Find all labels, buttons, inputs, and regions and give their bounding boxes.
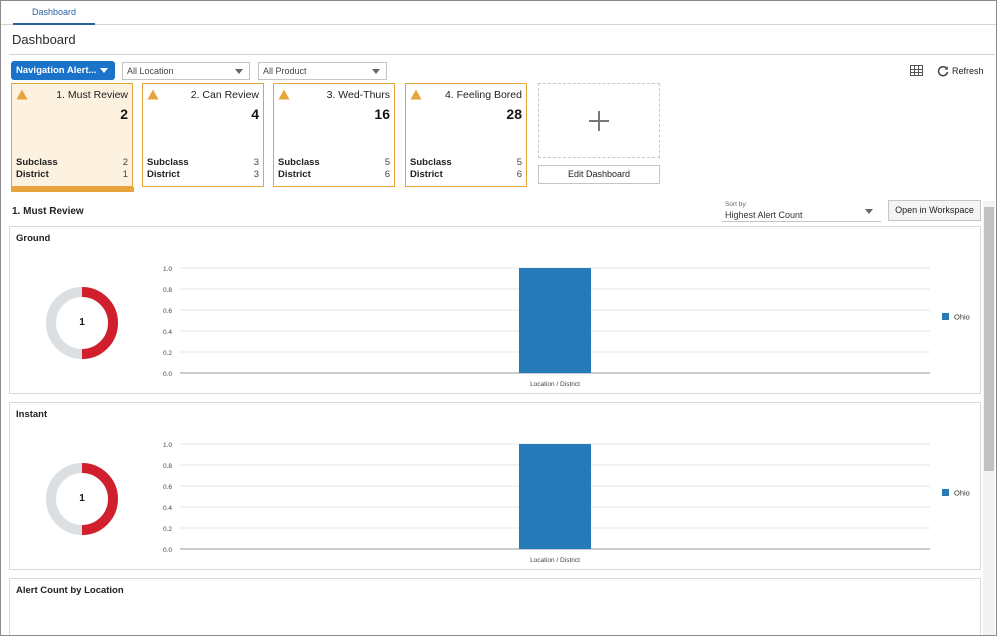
chevron-down-icon: [865, 209, 873, 214]
tile-row-label: Subclass: [410, 157, 452, 168]
bar[interactable]: [519, 268, 591, 373]
tile-name: 4. Feeling Bored: [444, 89, 522, 101]
tile-count: 4: [251, 106, 259, 122]
tile-row: Subclass 5: [410, 157, 522, 168]
tile-row-value: 5: [516, 157, 522, 168]
tile-count: 2: [120, 106, 128, 122]
x-category-label: Location / District: [530, 381, 580, 388]
warning-icon: [16, 89, 28, 100]
refresh-icon: [937, 65, 949, 77]
open-in-workspace-button[interactable]: Open in Workspace: [888, 200, 981, 221]
tile-row-label: District: [147, 169, 180, 180]
tile-row-label: Subclass: [16, 157, 58, 168]
navigation-alert-label: Navigation Alert...: [16, 65, 97, 76]
tile-name: 3. Wed-Thurs: [326, 89, 390, 101]
chart-panel-instant: Instant 1 0.0 0.2 0.4 0.6 0.8 1.0 Location / D…: [9, 402, 981, 570]
bar-chart: 0.0 0.2 0.4 0.6 0.8 1.0 Location / District Ohi…: [163, 266, 970, 388]
tile-row-label: Subclass: [278, 157, 320, 168]
tile-row: Subclass 3: [147, 157, 259, 168]
chevron-down-icon: [235, 69, 243, 74]
tile-row: District 3: [147, 169, 259, 180]
panel-title: Alert Count by Location: [16, 585, 124, 596]
app-window: Dashboard Dashboard Navigation Alert... …: [0, 0, 997, 636]
tile-row-value: 3: [253, 169, 259, 180]
tile-row-value: 3: [253, 157, 259, 168]
y-tick-label: 1.0: [163, 442, 172, 449]
warning-icon: [278, 89, 290, 100]
tile-count: 28: [506, 106, 522, 122]
y-tick-label: 0.2: [163, 526, 172, 533]
refresh-label: Refresh: [952, 66, 984, 76]
table-view-icon[interactable]: [910, 65, 923, 76]
tile-row-label: Subclass: [147, 157, 189, 168]
tile-row-value: 6: [384, 169, 390, 180]
legend-swatch: [942, 313, 949, 320]
chevron-down-icon: [372, 69, 380, 74]
navigation-alert-button[interactable]: Navigation Alert...: [11, 61, 115, 80]
alert-tile[interactable]: 2. Can Review 4 Subclass 3 District 3: [142, 83, 264, 187]
y-tick-label: 0.8: [163, 463, 172, 470]
divider: [9, 54, 995, 55]
tile-row: Subclass 2: [16, 157, 128, 168]
y-tick-label: 0.2: [163, 350, 172, 357]
tile-name: 2. Can Review: [190, 89, 259, 101]
tile-row: District 6: [410, 169, 522, 180]
edit-dashboard-button[interactable]: Edit Dashboard: [538, 165, 660, 184]
alert-tile[interactable]: 4. Feeling Bored 28 Subclass 5 District 6: [405, 83, 527, 187]
legend-swatch: [942, 489, 949, 496]
y-tick-label: 0.4: [163, 329, 172, 336]
tile-row-value: 1: [122, 169, 128, 180]
alert-tile[interactable]: 1. Must Review 2 Subclass 2 District 1: [11, 83, 133, 187]
tile-row: District 1: [16, 169, 128, 180]
product-select-value: All Product: [263, 66, 307, 76]
y-tick-label: 0.8: [163, 287, 172, 294]
tile-row-label: District: [278, 169, 311, 180]
tile-row-label: District: [16, 169, 49, 180]
y-tick-label: 0.6: [163, 308, 172, 315]
plus-icon-bar: [589, 120, 609, 122]
chart-panel-ground: Ground 1 0.0 0.2 0.4 0.6 0.8 1.0 Location / Di…: [9, 226, 981, 394]
tab-bar: Dashboard: [1, 1, 996, 25]
bar[interactable]: [519, 444, 591, 549]
tile-row: District 6: [278, 169, 390, 180]
legend-label: Ohio: [954, 489, 970, 498]
y-tick-label: 0.0: [163, 371, 172, 378]
location-select[interactable]: All Location: [122, 62, 250, 80]
x-category-label: Location / District: [530, 557, 580, 564]
sort-by-select[interactable]: Sort by: Highest Alert Count: [722, 200, 881, 222]
chart-panel-alert-count-by-location: Alert Count by Location: [9, 578, 981, 635]
page-title: Dashboard: [12, 32, 76, 47]
y-tick-label: 0.0: [163, 547, 172, 554]
y-tick-label: 0.6: [163, 484, 172, 491]
y-tick-label: 1.0: [163, 266, 172, 273]
bar-chart: 0.0 0.2 0.4 0.6 0.8 1.0 Location / District Ohi…: [163, 442, 970, 564]
scrollbar-thumb[interactable]: [984, 207, 994, 471]
selected-tile-indicator: [11, 187, 134, 192]
chevron-down-icon: [100, 68, 108, 73]
refresh-button[interactable]: Refresh: [937, 64, 984, 78]
tile-name: 1. Must Review: [56, 89, 128, 101]
tile-row-label: District: [410, 169, 443, 180]
section-title: 1. Must Review: [12, 206, 84, 217]
location-select-value: All Location: [127, 66, 174, 76]
tile-row: Subclass 5: [278, 157, 390, 168]
alert-tile[interactable]: 3. Wed-Thurs 16 Subclass 5 District 6: [273, 83, 395, 187]
warning-icon: [410, 89, 422, 100]
tile-row-value: 5: [384, 157, 390, 168]
sort-by-label: Sort by:: [725, 201, 748, 208]
tab-dashboard[interactable]: Dashboard: [13, 1, 95, 25]
product-select[interactable]: All Product: [258, 62, 387, 80]
tile-row-value: 6: [516, 169, 522, 180]
sort-by-value: Highest Alert Count: [725, 210, 803, 220]
warning-icon: [147, 89, 159, 100]
tile-count: 16: [374, 106, 390, 122]
tile-row-value: 2: [122, 157, 128, 168]
y-tick-label: 0.4: [163, 505, 172, 512]
legend-label: Ohio: [954, 313, 970, 322]
add-tile-button[interactable]: [538, 83, 660, 158]
